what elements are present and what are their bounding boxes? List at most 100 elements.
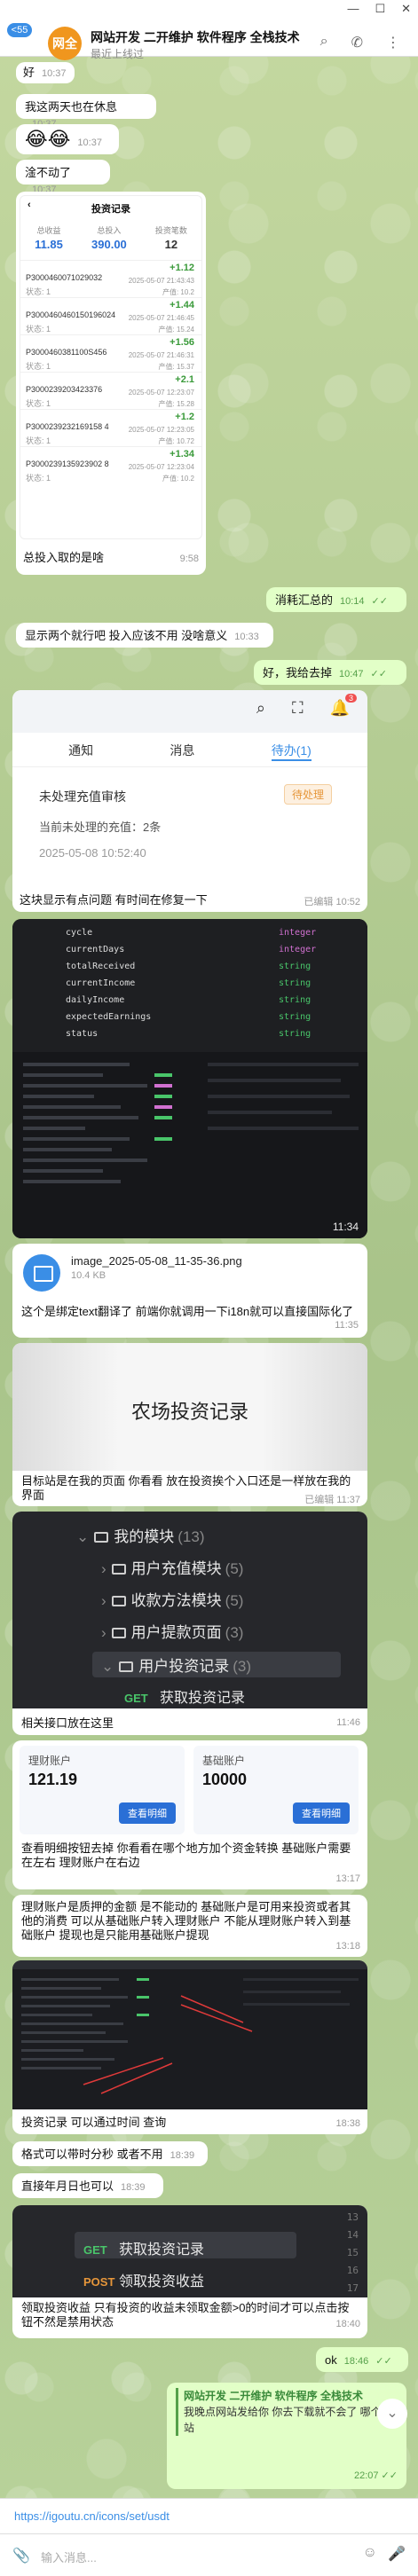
message-bubble[interactable]: 淦不动了10:37 [16,160,110,195]
fullscreen-icon: ⛶ [291,699,304,717]
ide-screenshot [12,1960,367,2109]
message-bubble[interactable]: 直接年月日也可以 18:39 [12,2173,163,2198]
message-time: 22:07 ✓✓ [353,2470,398,2481]
bell-icon: 🔔 3 [330,694,357,718]
notification-tabs: 通知 消息 待办(1) [12,733,367,767]
message-time: 11:35 [335,1320,359,1331]
todo-date: 2025-05-08 10:52:40 [39,846,146,860]
list-item: P3000239232169158 4 状态: 1 +1.2 2025-05-07 1… [20,409,201,446]
message-bubble[interactable]: 好，我给去掉 10:47 ✓✓ [254,660,406,685]
message-time: 13:18 [335,1941,360,1952]
status-badge: 待处理 [283,784,332,805]
message-caption: 这个是绑定text翻译了 前端你就调用一下i18n就可以直接国际化了 [21,1305,354,1318]
tree-item: › 收款方法模块 (5) [101,1592,244,1609]
api-tree-screenshot: ⌄ 我的模块 (13) › 用户充值模块 (5) › 收款方法模块 (5) › 用户提款页面(… [12,1512,367,1708]
message-bubble[interactable]: 消耗汇总的 10:14 ✓✓ [266,587,406,612]
message-time: 已编辑 11:37 [304,1495,360,1505]
image-message[interactable]: 13 14 15 16 17 GET 获取投资记录 POST 领取投资收益 领取投资收益 只… [12,2205,367,2338]
pinned-link[interactable]: https://igoutu.cn/icons/set/usdt [14,2509,170,2523]
tree-endpoint: GET 获取投资记录 [124,1691,246,1706]
account-card-finance: 理财账户 121.19 查看明细 [20,1746,185,1834]
more-icon[interactable]: ⋮ [386,34,400,51]
message-time: 11:46 [336,1717,360,1728]
message-bubble[interactable]: ok 18:46 ✓✓ [316,2347,408,2372]
chat-status: 最近上线过 [91,48,145,60]
tab-todo: 待办(1) [271,742,312,761]
investment-list: P3000460071029032 状态: 1 +1.12 2025-05-07 21… [20,260,201,483]
todo-title: 未处理充值审核 [39,789,126,804]
investment-screenshot: ‹ 投资记录 总收益 11.85 总投入 390.00 投资笔数 12 P300046… [20,195,202,539]
investment-stats: 总收益 11.85 总投入 390.00 投资笔数 12 [20,224,201,251]
notification-screenshot: ⌕ ⛶ 🔔 3 通知 消息 待办(1) 未处理充值审核 待处理 当前未处理的充值：… [12,690,367,885]
scroll-down-button[interactable]: ⌄ [377,2399,407,2429]
attach-icon[interactable]: 📎 [12,2547,30,2564]
image-message[interactable]: ⌕ ⛶ 🔔 3 通知 消息 待办(1) 未处理充值审核 待处理 当前未处理的充值：… [12,690,367,912]
code-screenshot: 11:34 [12,1052,367,1238]
phone-icon[interactable]: ✆ [351,34,363,51]
list-item: P3000460071029032 状态: 1 +1.12 2025-05-07 21… [20,260,201,297]
message-bubble[interactable]: 网站开发 二开维护 软件程序 全栈技术 我晚点网站发给你 你去下载就不会了 哪个… [167,2383,406,2489]
message-caption: 相关接口放在这里 [21,1716,114,1730]
message-time: 18:40 [335,2319,360,2329]
pinned-link-bar: https://igoutu.cn/icons/set/usdt [0,2498,418,2533]
message-time: 9:58 [179,554,199,564]
message-bubble[interactable]: 😂😂 10:37 [16,124,119,154]
message-bubble[interactable]: 显示两个就行吧 投入应该不用 没啥意义 10:33 [16,623,273,648]
chat-title[interactable]: 网站开发 二开维护 软件程序 全栈技术 [91,28,300,46]
image-message[interactable]: cycle integer currentDays integer totalRec… [12,919,367,1238]
back-button[interactable]: <55 [7,23,32,37]
back-arrow-icon: ‹ [28,200,31,210]
list-item: P3000239135923902 8 状态: 1 +1.34 2025-05-07 … [20,446,201,483]
farm-screenshot: 农场投资记录 [12,1343,367,1471]
message-time: 18:38 [335,2118,360,2129]
close-icon[interactable]: ✕ [401,2,411,16]
account-card-basic: 基础账户 10000 查看明细 [193,1746,359,1834]
tab-message: 消息 [170,743,195,758]
message-caption: 总投入取的是啥 [23,551,105,564]
list-item: P3000460460150196024 状态: 1 +1.44 2025-05-07… [20,297,201,334]
image-message[interactable]: 农场投资记录 目标站是在我的页面 你看看 放在投资挨个入口还是一样放在我的界面 … [12,1343,367,1506]
message-input[interactable]: 输入消息... [41,2549,97,2565]
tree-item: › 用户提款页面 (3) [101,1624,244,1641]
message-caption: 领取投资收益 只有投资的收益未领取金额>0的时间才可以点击按钮不然是禁用状态 [21,2301,350,2329]
api-screenshot: 13 14 15 16 17 GET 获取投资记录 POST 领取投资收益 [12,2205,367,2297]
stat-count: 投资笔数 12 [154,226,187,251]
stat-total-input: 总投入 390.00 [91,226,127,251]
image-message[interactable]: ‹ 投资记录 总收益 11.85 总投入 390.00 投资笔数 12 P300046… [16,192,206,575]
todo-detail: 当前未处理的充值：2条 [39,821,162,834]
message-bubble[interactable]: 好 10:37 [16,62,75,83]
image-message[interactable]: ⌄ 我的模块 (13) › 用户充值模块 (5) › 收款方法模块 (5) › 用户提款页面(… [12,1512,367,1735]
image-message[interactable]: 理财账户 121.19 查看明细 基础账户 10000 查看明细 查看明细按钮去… [12,1740,367,1889]
ide-preview [12,1960,367,2094]
file-name[interactable]: image_2025-05-08_11-35-36.png [71,1254,242,1268]
image-file-icon[interactable] [23,1254,60,1292]
quoted-message[interactable]: 网站开发 二开维护 软件程序 全栈技术 我晚点网站发给你 你去下载就不会了 哪个… [176,2388,398,2436]
file-message[interactable]: image_2025-05-08_11-35-36.png 10.4 KB 这个… [12,1244,367,1338]
tab-notice: 通知 [68,743,94,758]
message-caption: 这块显示有点问题 有时间在修复一下 [20,893,208,907]
schema-screenshot: cycle integer currentDays integer totalRec… [12,919,367,1052]
maximize-icon[interactable]: ☐ [375,2,385,16]
tree-item: › 用户充值模块 (5) [101,1560,244,1577]
mic-icon[interactable]: 🎤 [388,2545,406,2563]
message-time: 11:34 [332,1221,359,1233]
minimize-icon[interactable]: — [347,2,359,16]
avatar[interactable]: 网全 [48,27,82,60]
message-bubble[interactable]: 理财账户是质押的金额 是不能动的 基础账户是可用来投资或者其他的消费 可以从基础… [12,1895,367,1957]
message-time: 13:17 [335,1873,360,1884]
list-item: P3000239203423376 状态: 1 +2.1 2025-05-07 12:… [20,372,201,409]
tree-item: ⌄ 我的模块 (13) [76,1528,205,1545]
search-icon[interactable]: ⌕ [320,34,328,51]
chat-header: — ☐ ✕ <55 网全 网站开发 二开维护 软件程序 全栈技术 最近上线过 ⌕… [0,0,418,60]
image-message[interactable]: 投资记录 可以通过时间 查询 18:38 [12,1960,367,2134]
message-bubble[interactable]: 我这两天也在休息10:37 [16,94,156,130]
message-caption: 查看明细按钮去掉 你看看在哪个地方加个资金转换 基础账户需要在左右 理财账户在右… [21,1842,351,1869]
code-preview [23,1063,359,1183]
read-check-icon: ✓✓ [371,596,388,607]
emoji-icon[interactable]: ☺ [363,2545,377,2561]
read-check-icon: ✓✓ [375,2356,392,2367]
list-item: P3000460381100S456 状态: 1 +1.56 2025-05-07 2… [20,334,201,372]
api-post-item: POST 领取投资收益 [83,2274,205,2289]
message-bubble[interactable]: 格式可以带时分秒 或者不用 18:39 [12,2141,208,2166]
message-input-bar: 📎 输入消息... ☺ 🎤 [0,2533,418,2576]
